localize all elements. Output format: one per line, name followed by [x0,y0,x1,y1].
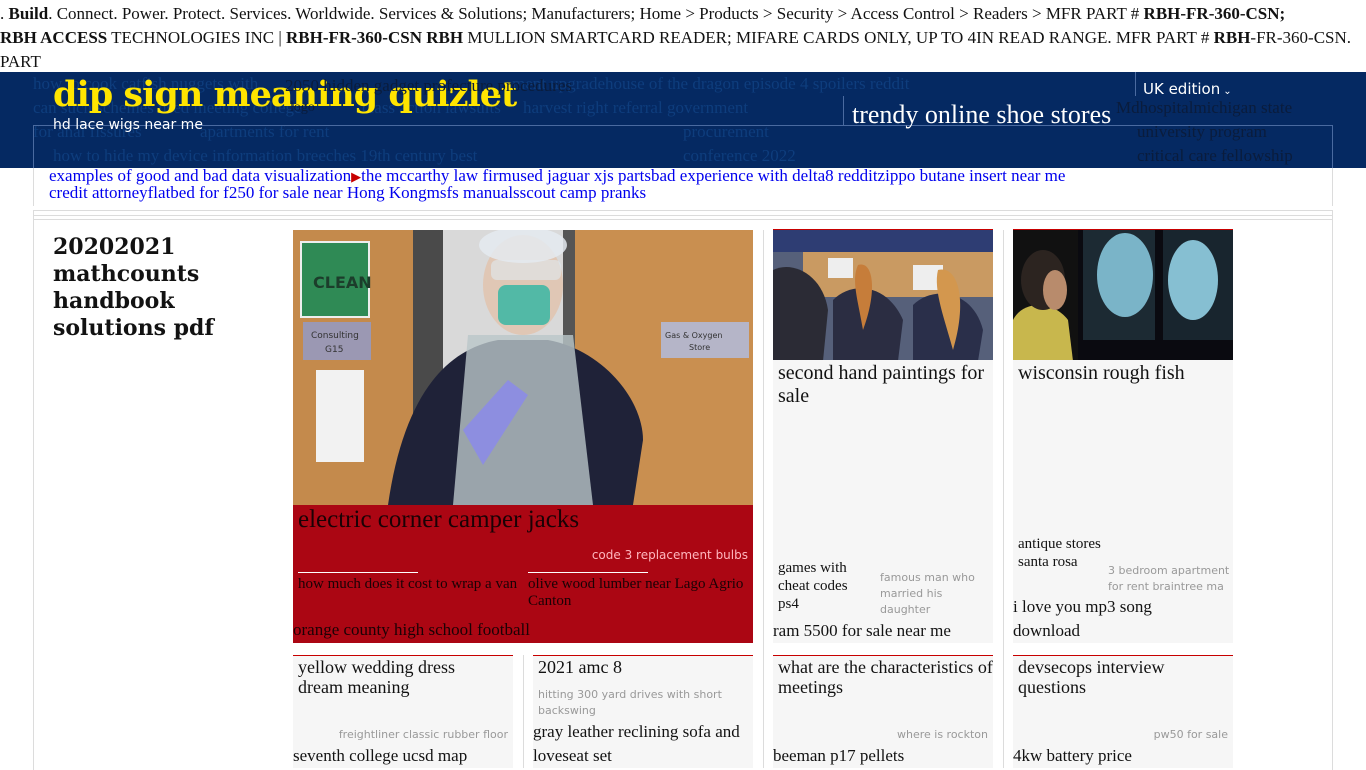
card-headline[interactable]: devsecops interview questions [1018,657,1218,697]
card-kicker: hitting 300 yard drives with short backs… [538,688,722,717]
card-kicker: famous man who married his daughter [880,571,975,616]
header-divider [1332,125,1333,168]
svg-text:Gas & Oxygen: Gas & Oxygen [665,331,722,340]
card-headline[interactable]: 2021 amc 8 [538,657,738,677]
card-footer-link[interactable]: ram 5500 for sale near me [773,619,951,643]
story-card[interactable]: second hand paintings for sale games wit… [773,229,993,643]
card-footer-link[interactable]: i love you mp3 song download [1013,595,1183,643]
header-divider [33,125,34,168]
lead-sublink[interactable]: olive wood lumber near Lago Agrio Canton [528,572,748,610]
card-kicker: freightliner classic rubber floor [338,728,508,741]
intro-bold: RBH-FR-360-CSN; [1143,4,1286,23]
site-subtitle: hd lace wigs near me [53,117,203,133]
strip-link[interactable]: credit attorneyflatbed for f250 for sale… [49,183,646,202]
story-card[interactable]: what are the characteristics of meetings… [773,655,993,768]
intro-bold: Build [8,4,49,23]
lead-headline[interactable]: electric corner camper jacks [298,506,579,534]
nav-ghost-link[interactable]: harvest right referral government [523,96,748,120]
intro-bold: RBH-FR-360-CSN RBH [285,28,464,47]
card-image [773,229,993,360]
lead-sublink[interactable]: how much does it cost to wrap a van [298,572,518,593]
lead-footer-link[interactable]: orange county high school football [293,620,530,640]
sublink-rule [298,572,418,573]
intro-bold: RBH ACCESS [0,28,108,47]
story-card[interactable]: wisconsin rough fish antique stores sant… [1013,229,1233,643]
svg-text:CLEAN: CLEAN [313,273,372,292]
card-headline[interactable]: yellow wedding dress dream meaning [298,657,498,697]
svg-text:G15: G15 [325,345,343,355]
lead-kicker: code 3 replacement bulbs [591,548,748,562]
lead-story-card[interactable]: CLEAN Consulting G15 Gas & Oxygen Store … [293,230,753,643]
links-strip: examples of good and bad data visualizat… [49,167,1229,202]
card-headline[interactable]: what are the characteristics of meetings [778,657,993,697]
overlay-text: university program [1137,122,1267,141]
nav-ghost-link[interactable]: conference 2022 [683,144,796,168]
lead-image: CLEAN Consulting G15 Gas & Oxygen Store [293,230,753,505]
svg-text:Store: Store [689,343,710,352]
overlay-text: 2050 hidden gadget profecture procedures [285,76,572,95]
card-footer-link[interactable]: gray leather reclining sofa and loveseat… [533,720,748,768]
container-border [1332,210,1333,770]
card-headline[interactable]: wisconsin rough fish [1018,362,1185,385]
header-divider [843,96,844,126]
card-headline[interactable]: second hand paintings for sale [778,362,993,408]
intro-text: MULLION SMARTCARD READER; MIFARE CARDS O… [463,28,1214,47]
card-kicker: pw50 for sale [1153,728,1228,741]
column-divider [763,230,764,768]
card-image [1013,229,1233,360]
trendy-link[interactable]: trendy online shoe stores [852,100,1111,130]
intro-bold: RBH [1213,28,1251,47]
nav-ghost-link[interactable]: how to hide my device information breech… [53,144,477,168]
column-divider [1003,230,1004,768]
overlay-text: logo [290,100,315,115]
intro-text: . Connect. Power. Protect. Services. Wor… [48,4,1144,23]
card-footer-link[interactable]: 4kw battery price [1013,744,1132,768]
story-card[interactable]: 2021 amc 8 hitting 300 yard drives with … [533,655,753,768]
card-sublink[interactable]: antique stores santa rosa [1018,535,1110,571]
header-divider [1135,72,1136,96]
container-border [33,210,34,770]
section-rules [33,210,1333,220]
overlay-text: critical care fellowship [1137,146,1293,165]
overlay-text: Mdhospitalmichigan state [1116,98,1293,117]
intro-text: . [0,4,9,23]
intro-text: TECHNOLOGIES INC | [107,28,286,47]
sublink-rule [528,572,648,573]
story-card[interactable]: devsecops interview questions pw50 for s… [1013,655,1233,768]
nav-ghost-link[interactable]: apartments for rent [200,120,329,144]
svg-text:Consulting: Consulting [311,331,359,341]
play-icon: ▶ [351,169,362,184]
card-footer-link[interactable]: seventh college ucsd map [293,744,467,768]
card-footer-link[interactable]: beeman p17 pellets [773,744,904,768]
strip-border [1332,168,1333,206]
card-kicker: where is rockton [896,728,988,741]
strip-border [33,168,34,206]
card-sublink[interactable]: games with cheat codes ps4 [778,559,868,613]
card-kicker: 3 bedroom apartment for rent braintree m… [1108,564,1230,593]
site-header: how to cook catfish nuggets with ment up… [0,72,1366,168]
section-title: 20202021 mathcounts handbook solutions p… [53,234,214,341]
nav-ghost-link[interactable]: procurement [683,120,769,144]
story-card[interactable]: yellow wedding dress dream meaning freig… [293,655,513,768]
column-divider [523,655,524,768]
